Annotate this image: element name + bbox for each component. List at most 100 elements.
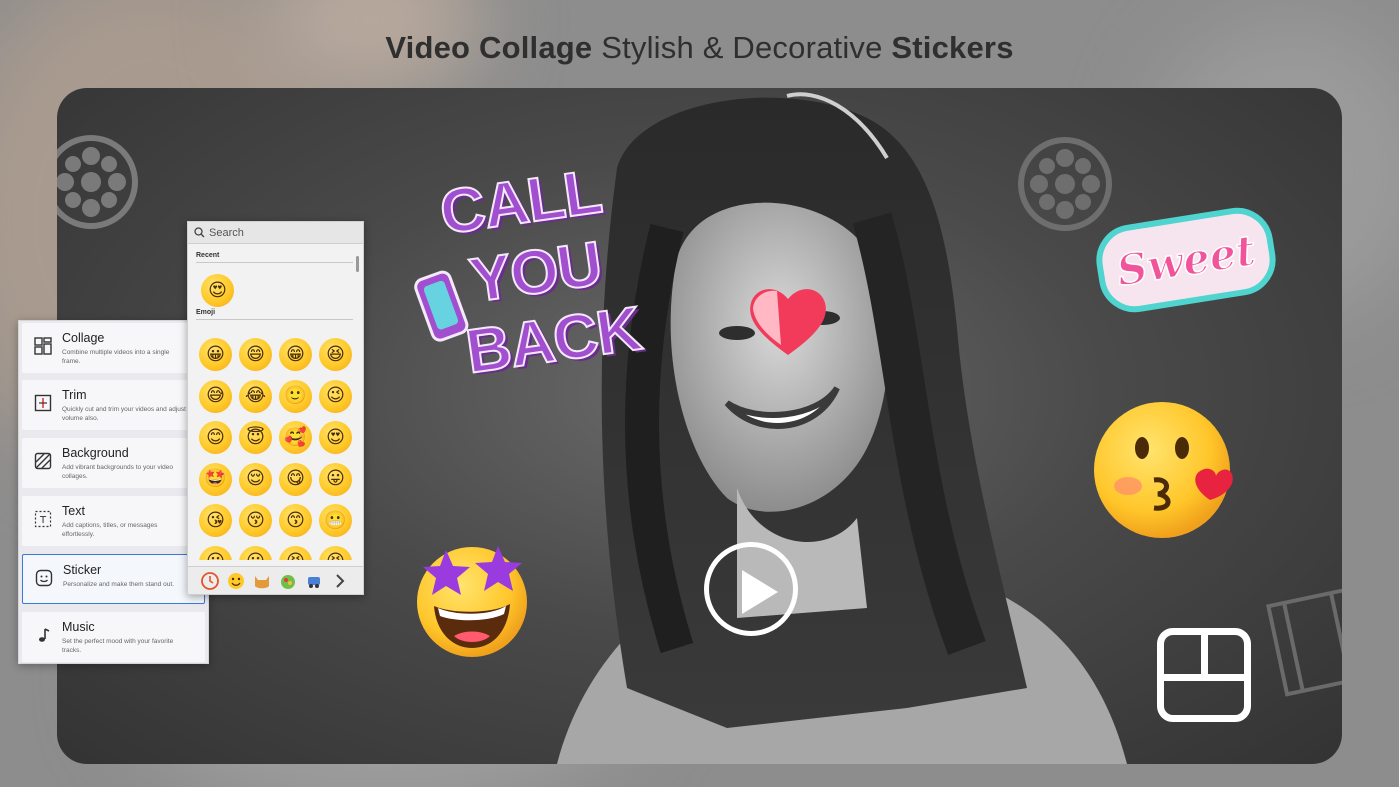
emoji-glyph: 😊 xyxy=(206,426,225,448)
film-reel-icon xyxy=(57,135,138,229)
menu-item-trim[interactable]: Trim Quickly cut and trim your videos an… xyxy=(22,380,205,430)
emoji-item[interactable]: 😙 xyxy=(279,504,312,537)
emoji-glyph: 😍 xyxy=(208,279,227,301)
emoji-item[interactable]: 😛 xyxy=(319,462,352,496)
collage-icon xyxy=(34,337,52,355)
page-title: Video Collage Stylish & Decorative Stick… xyxy=(0,30,1399,66)
emoji-item[interactable]: 😌 xyxy=(239,462,272,496)
emoji-glyph: 😆 xyxy=(319,546,352,561)
emoji-recent-heart-eyes[interactable]: 😍 xyxy=(201,274,234,307)
emoji-item[interactable]: 😉 xyxy=(319,379,352,413)
emoji-item[interactable]: 🤩 xyxy=(199,462,232,496)
scrollbar-thumb[interactable] xyxy=(356,256,359,272)
kissing-emoji-sticker[interactable] xyxy=(1092,400,1237,540)
emoji-picker-panel: Search Recent 😍 Emoji 😀 😄 😁 😆 😅 😂 🙂 😉 😊 … xyxy=(187,221,364,595)
emoji-item[interactable]: 😀 xyxy=(199,338,232,371)
star-struck-emoji-sticker[interactable] xyxy=(412,540,532,660)
emoji-item[interactable]: 😐 xyxy=(239,545,272,560)
svg-text:T: T xyxy=(39,515,47,526)
smiley-icon[interactable] xyxy=(225,570,247,592)
emoji-glyph: 🥰 xyxy=(284,426,307,448)
music-note-icon xyxy=(39,628,50,642)
emoji-item[interactable]: 😅 xyxy=(199,379,232,413)
emoji-glyph: 😄 xyxy=(246,343,265,365)
trim-icon xyxy=(34,394,52,412)
menu-item-title: Sticker xyxy=(63,563,102,577)
woman-photo xyxy=(557,92,1127,764)
emoji-glyph: 😋 xyxy=(286,468,305,489)
emoji-glyph: 😚 xyxy=(246,509,265,531)
emoji-glyph: 😂 xyxy=(244,385,267,406)
menu-item-title: Collage xyxy=(62,331,105,345)
emoji-grid: 😀 😄 😁 😆 😅 😂 🙂 😉 😊 😇 🥰 😍 🤩 😌 😋 😛 😘 😚 😙 😬 … xyxy=(197,334,357,560)
emoji-category-tabs xyxy=(188,566,363,594)
emoji-glyph: 😅 xyxy=(206,385,225,406)
emoji-item[interactable]: 😂 xyxy=(239,379,272,413)
call-you-back-sticker[interactable]: CALL YOU BACK xyxy=(412,156,646,413)
menu-item-collage[interactable]: Collage Combine multiple videos into a s… xyxy=(22,323,205,373)
phone-icon xyxy=(414,270,469,342)
emoji-glyph: 😘 xyxy=(206,509,225,531)
emoji-glyph: 😛 xyxy=(326,468,345,489)
sticker-icon xyxy=(35,569,53,587)
title-part-bold-1: Video Collage xyxy=(385,30,593,65)
emoji-item[interactable]: 🙂 xyxy=(279,379,312,413)
emoji-item[interactable]: 😘 xyxy=(199,504,232,537)
menu-item-sticker[interactable]: Sticker Personalize and make them stand … xyxy=(22,554,205,604)
title-part-light: Stylish & Decorative xyxy=(592,30,892,65)
heart-sticker[interactable] xyxy=(747,283,829,358)
emoji-item[interactable]: 😊 xyxy=(199,421,232,454)
menu-item-title: Trim xyxy=(62,388,87,402)
title-part-bold-2: Stickers xyxy=(891,30,1014,65)
menu-item-music[interactable]: Music Set the perfect mood with your fav… xyxy=(22,612,205,662)
menu-item-desc: Set the perfect mood with your favorite … xyxy=(62,638,174,654)
menu-item-title: Text xyxy=(62,504,85,518)
recent-section-label: Recent xyxy=(196,252,220,259)
travel-icon[interactable] xyxy=(303,570,325,592)
emoji-glyph: 😍 xyxy=(326,426,345,448)
search-icon xyxy=(194,227,205,238)
menu-item-desc: Combine multiple videos into a single fr… xyxy=(62,349,170,365)
emoji-item[interactable]: 😇 xyxy=(239,421,272,454)
background-icon xyxy=(34,452,52,470)
menu-item-text[interactable]: T Text Add captions, titles, or messages… xyxy=(22,496,205,546)
emoji-item[interactable]: 😆 xyxy=(319,545,352,561)
emoji-item[interactable]: 😚 xyxy=(239,504,272,537)
emoji-item[interactable]: 🥰 xyxy=(279,421,312,454)
emoji-item[interactable]: 😄 xyxy=(239,338,272,371)
emoji-search-bar[interactable]: Search xyxy=(188,222,363,244)
menu-item-background[interactable]: Background Add vibrant backgrounds to yo… xyxy=(22,438,205,488)
emoji-glyph: 😌 xyxy=(246,468,265,489)
cat-icon[interactable] xyxy=(251,570,273,592)
feature-menu: Collage Combine multiple videos into a s… xyxy=(18,320,209,664)
layout-grid-icon[interactable] xyxy=(1157,628,1251,722)
menu-item-desc: Personalize and make them stand out. xyxy=(63,581,174,588)
emoji-item[interactable]: 😬 xyxy=(319,504,352,537)
film-strip-icon xyxy=(1266,588,1342,697)
food-icon[interactable] xyxy=(277,570,299,592)
clock-icon[interactable] xyxy=(199,570,221,592)
more-icon[interactable] xyxy=(329,570,351,592)
search-input[interactable]: Search xyxy=(209,227,244,239)
emoji-glyph: 🙂 xyxy=(284,385,307,406)
emoji-glyph: 😬 xyxy=(324,509,347,531)
emoji-item[interactable]: 😍 xyxy=(319,421,352,454)
emoji-glyph: 😁 xyxy=(286,343,305,365)
you-text: YOU xyxy=(465,228,607,317)
emoji-item[interactable]: 😁 xyxy=(279,338,312,371)
menu-item-desc: Add captions, titles, or messages effort… xyxy=(62,522,158,538)
emoji-item[interactable]: 😶 xyxy=(199,545,232,560)
menu-item-desc: Quickly cut and trim your videos and adj… xyxy=(62,406,186,422)
play-button[interactable] xyxy=(704,542,798,636)
emoji-glyph: 😉 xyxy=(326,385,345,406)
emoji-glyph: 😆 xyxy=(326,343,345,365)
emoji-glyph: 😆 xyxy=(279,546,312,561)
text-icon: T xyxy=(34,510,52,528)
emoji-glyph: 😀 xyxy=(206,343,225,365)
divider xyxy=(196,319,353,320)
emoji-glyph: 🤩 xyxy=(204,468,227,489)
emoji-item[interactable]: 😋 xyxy=(279,462,312,496)
emoji-glyph: 😇 xyxy=(246,426,265,448)
emoji-item[interactable]: 😆 xyxy=(319,338,352,371)
emoji-item[interactable]: 😆 xyxy=(279,545,312,561)
